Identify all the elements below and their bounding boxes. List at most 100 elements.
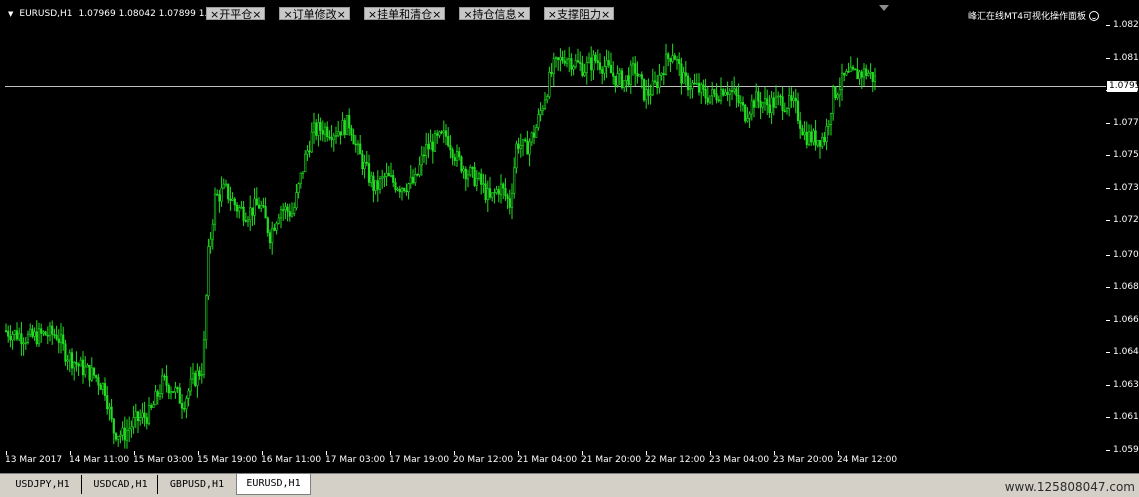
candle — [233, 196, 236, 212]
candle — [431, 133, 434, 164]
candle — [480, 168, 483, 195]
pending-and-clear-button[interactable]: ×挂单和清仓× — [363, 7, 446, 21]
candle — [48, 321, 52, 342]
time-tick-label: 15 Mar 19:00 — [197, 455, 258, 465]
candle — [235, 201, 239, 218]
chart-shift-marker-icon[interactable] — [879, 5, 889, 11]
price-tick-label: 1.0666 — [1113, 314, 1139, 325]
price-plot-area[interactable] — [5, 5, 1106, 451]
candle — [425, 132, 428, 165]
position-info-button[interactable]: ×持仓信息× — [459, 7, 530, 21]
candle — [367, 154, 371, 187]
candle — [295, 183, 298, 211]
support-resistance-button[interactable]: ×支撑阻力× — [543, 7, 615, 21]
candle — [84, 356, 87, 378]
visual-panel-buttons: ×开平仓× ×订单修改× ×挂单和清仓× ×持仓信息× ×支撑阻力× — [206, 7, 628, 21]
price-tick — [1106, 384, 1110, 386]
candle — [222, 178, 225, 190]
candle — [581, 55, 584, 78]
candle — [777, 91, 780, 106]
candle — [403, 187, 406, 193]
time-tick-label: 14 Mar 11:00 — [69, 455, 130, 465]
candle — [823, 132, 826, 146]
candle — [669, 57, 672, 72]
candle — [814, 119, 817, 151]
tab-usdcad-h1[interactable]: USDCAD,H1 — [84, 475, 158, 494]
candle — [121, 421, 124, 441]
price-tick — [1106, 220, 1110, 222]
candle — [70, 348, 74, 376]
candle — [145, 412, 148, 430]
candle — [178, 382, 181, 404]
candle — [702, 79, 705, 97]
chart-ohlc-values: 1.07969 1.08042 1.07899 1.07 — [78, 9, 219, 19]
candle — [638, 74, 641, 77]
candle — [97, 373, 100, 396]
time-tick-label: 24 Mar 12:00 — [837, 455, 898, 465]
candle — [803, 121, 806, 141]
candle — [15, 322, 19, 342]
candle — [130, 420, 133, 438]
candle — [858, 70, 861, 86]
candle — [24, 337, 27, 350]
candle — [451, 147, 454, 166]
price-tick-label: 1.0612 — [1113, 412, 1139, 423]
tab-eurusd-h1[interactable]: EURUSD,H1 — [236, 474, 311, 495]
candle — [557, 56, 560, 71]
candle — [345, 115, 349, 135]
price-tick-label: 1.0739 — [1113, 182, 1139, 193]
price-tick — [1106, 352, 1110, 354]
candle — [587, 52, 591, 64]
candle — [66, 355, 69, 371]
watermark-url: www.125808047.com — [1004, 480, 1135, 494]
candle — [843, 72, 846, 82]
candle — [746, 107, 749, 123]
candle — [486, 180, 489, 212]
candle — [238, 204, 241, 219]
price-tick-label: 1.0721 — [1113, 215, 1139, 226]
candle — [422, 146, 426, 163]
candle — [356, 140, 360, 156]
chart-window[interactable]: ▼ EURUSD,H1 1.07969 1.08042 1.07899 1.07… — [0, 0, 1139, 473]
candle — [158, 384, 162, 401]
candle — [869, 63, 872, 80]
candle — [264, 197, 267, 219]
candle — [284, 202, 287, 220]
candle — [341, 112, 344, 136]
time-tick-label: 17 Mar 03:00 — [325, 455, 386, 465]
price-tick — [1106, 25, 1110, 26]
price-tick — [1106, 450, 1110, 451]
time-tick-label: 20 Mar 12:00 — [453, 455, 514, 465]
candle — [726, 81, 729, 102]
candle — [196, 363, 199, 398]
candle — [411, 169, 415, 185]
candle — [365, 150, 368, 167]
price-tick — [1106, 319, 1110, 321]
candle — [134, 403, 137, 429]
tab-gbpusd-h1[interactable]: GBPUSD,H1 — [160, 475, 234, 494]
time-axis[interactable]: 13 Mar 2017 14 Mar 11:00 15 Mar 03:00 15 Ma… — [0, 451, 1106, 473]
candle — [240, 200, 243, 209]
candle — [398, 185, 401, 199]
candle — [680, 57, 683, 95]
order-modify-button[interactable]: ×订单修改× — [279, 7, 350, 21]
open-close-position-button[interactable]: ×开平仓× — [206, 7, 266, 21]
candle — [9, 325, 12, 348]
price-tick-label: 1.0757 — [1113, 150, 1139, 161]
candle — [733, 76, 736, 95]
price-axis[interactable]: 1.08291.08111.07931.07751.07571.07391.07… — [1106, 0, 1139, 455]
candle — [805, 121, 808, 149]
candle — [552, 52, 555, 86]
tab-usdjpy-h1[interactable]: USDJPY,H1 — [4, 475, 82, 494]
price-tick-label: 1.0648 — [1113, 347, 1139, 358]
chart-tab-bar: USDJPY,H1 USDCAD,H1 GBPUSD,H1 EURUSD,H1 … — [0, 473, 1139, 497]
candle — [330, 125, 333, 148]
candle — [372, 172, 375, 203]
chart-menu-triangle-icon[interactable]: ▼ — [8, 10, 13, 18]
candle — [334, 126, 338, 144]
candle — [532, 125, 536, 145]
candle — [640, 71, 643, 89]
candle — [348, 108, 351, 136]
candle — [790, 87, 793, 108]
candle — [464, 166, 467, 191]
